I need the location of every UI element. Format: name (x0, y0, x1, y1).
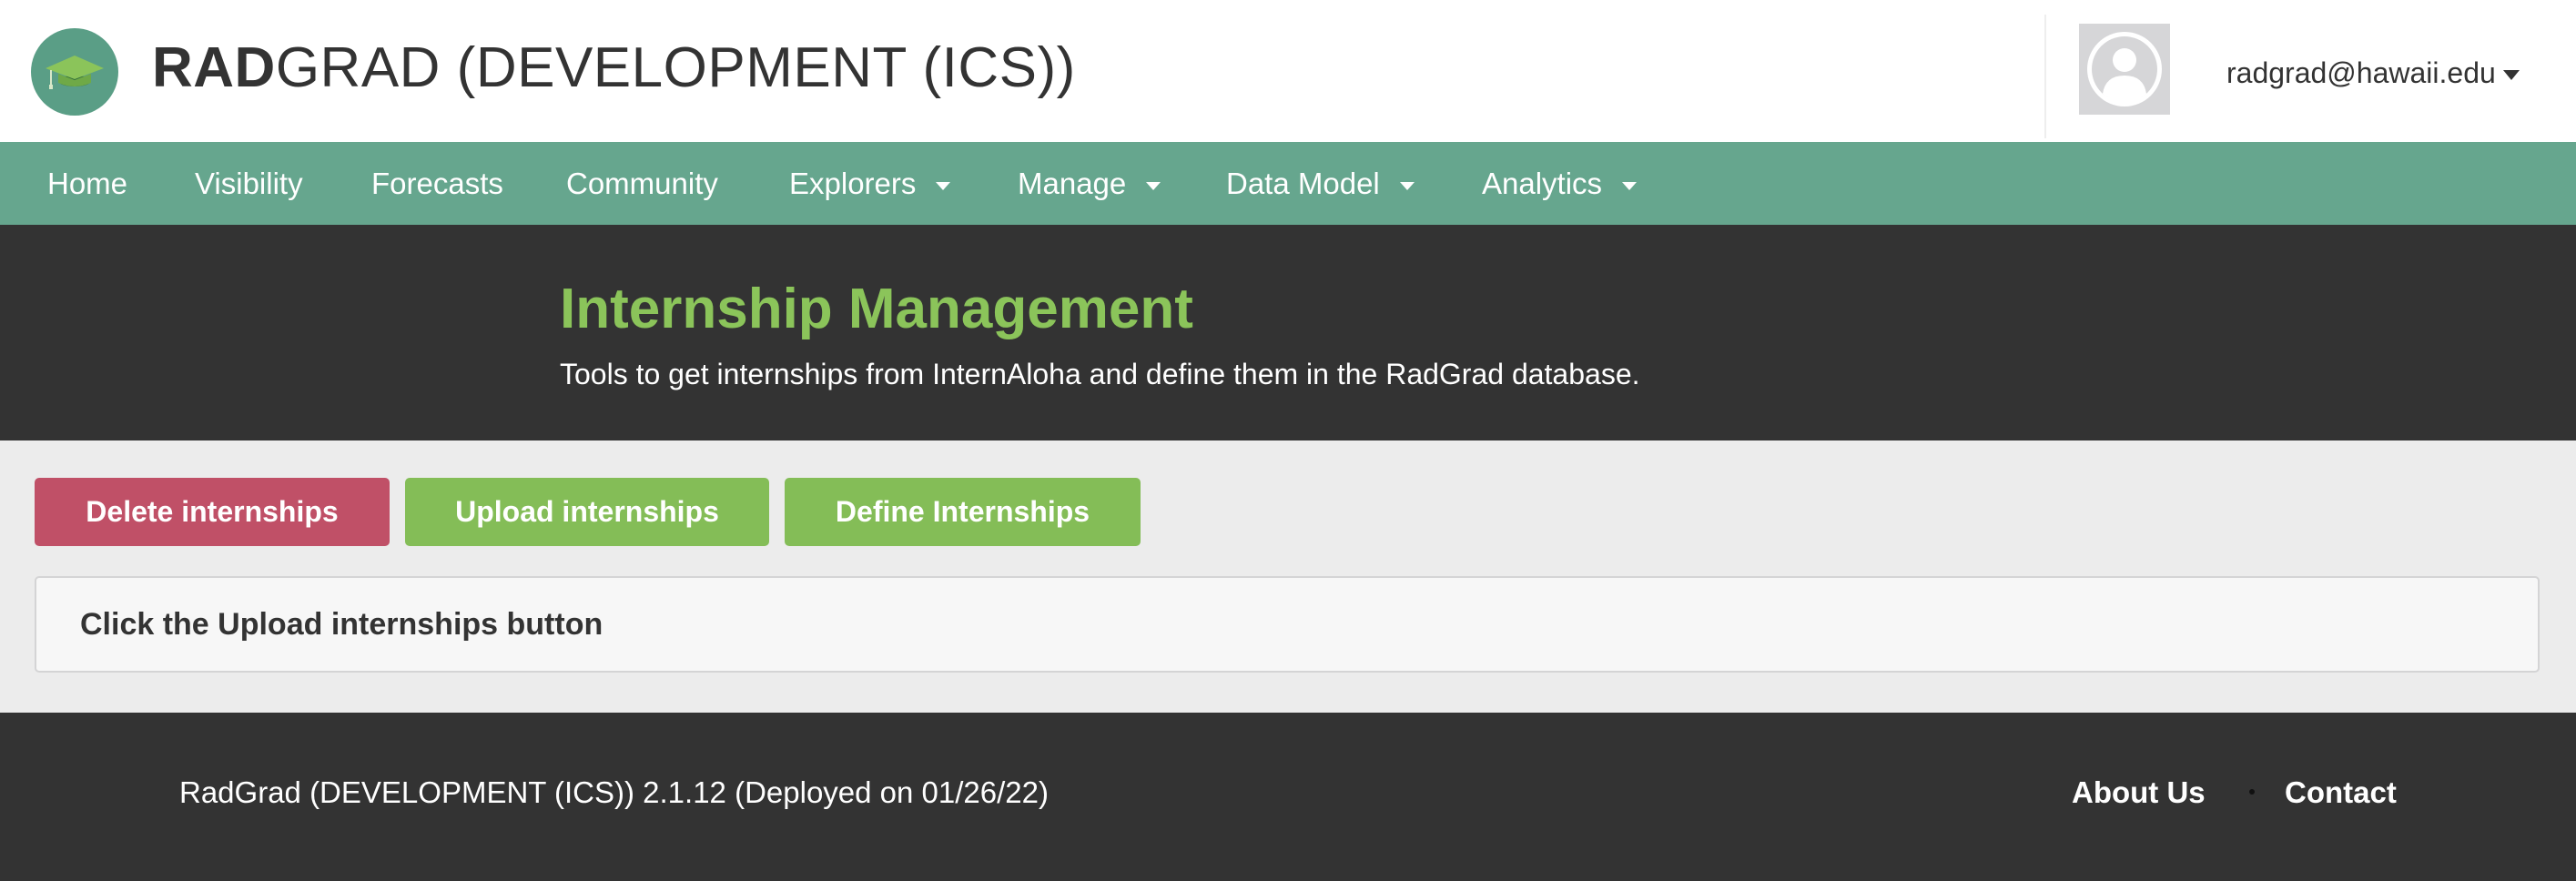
footer-separator (2249, 789, 2255, 795)
nav-item-data-model[interactable]: Data Model (1226, 142, 1415, 225)
nav-item-label: Data Model (1226, 167, 1380, 200)
dropdown-caret-icon (1622, 181, 1638, 190)
page-title: Internship Management (560, 278, 1193, 340)
app-title-rest: GRAD (DEVELOPMENT (ICS)) (275, 36, 1076, 99)
nav-item-explorers[interactable]: Explorers (789, 142, 951, 225)
dropdown-caret-icon (936, 181, 951, 190)
nav-item-home[interactable]: Home (47, 142, 127, 225)
main-nav: Home Visibility Forecasts Community Expl… (0, 142, 2576, 225)
nav-item-label: Home (47, 167, 128, 200)
footer-version-text: RadGrad (DEVELOPMENT (ICS)) 2.1.12 (Depl… (179, 775, 1049, 809)
nav-item-label: Forecasts (371, 167, 503, 200)
app-title-strong: RAD (152, 36, 276, 99)
dropdown-caret-icon (1399, 181, 1415, 190)
define-internships-button[interactable]: Define Internships (785, 478, 1141, 546)
caret-down-icon (2502, 70, 2520, 81)
nav-item-visibility[interactable]: Visibility (195, 142, 303, 225)
dropdown-caret-icon (1146, 181, 1161, 190)
page-subtitle: Tools to get internships from InternAloh… (560, 358, 1640, 390)
upload-internships-button[interactable]: Upload internships (405, 478, 769, 546)
message-text: Click the Upload internships button (80, 607, 603, 642)
user-email-label: radgrad@hawaii.edu (2226, 56, 2496, 89)
nav-item-label: Manage (1018, 167, 1127, 200)
nav-item-label: Analytics (1482, 167, 1603, 200)
nav-item-label: Community (566, 167, 718, 200)
delete-internships-button[interactable]: Delete internships (35, 478, 390, 546)
graduation-cap-logo-icon[interactable] (31, 28, 118, 116)
about-us-link[interactable]: About Us (2072, 770, 2206, 815)
top-header: RADGRAD (DEVELOPMENT (ICS)) radgrad@hawa… (0, 0, 2576, 142)
user-avatar-icon[interactable] (2079, 24, 2170, 115)
message-box: Click the Upload internships button (35, 576, 2540, 673)
nav-item-label: Explorers (789, 167, 917, 200)
person-icon (2087, 32, 2162, 106)
user-menu-dropdown[interactable]: radgrad@hawaii.edu (2226, 53, 2520, 93)
page-banner (0, 225, 2576, 440)
app-title[interactable]: RADGRAD (DEVELOPMENT (ICS)) (152, 27, 1076, 109)
nav-item-community[interactable]: Community (566, 142, 718, 225)
nav-item-forecasts[interactable]: Forecasts (371, 142, 503, 225)
nav-item-analytics[interactable]: Analytics (1482, 142, 1638, 225)
contact-link[interactable]: Contact (2285, 770, 2397, 815)
nav-item-label: Visibility (195, 167, 303, 200)
header-divider (2044, 15, 2046, 138)
nav-item-manage[interactable]: Manage (1018, 142, 1161, 225)
